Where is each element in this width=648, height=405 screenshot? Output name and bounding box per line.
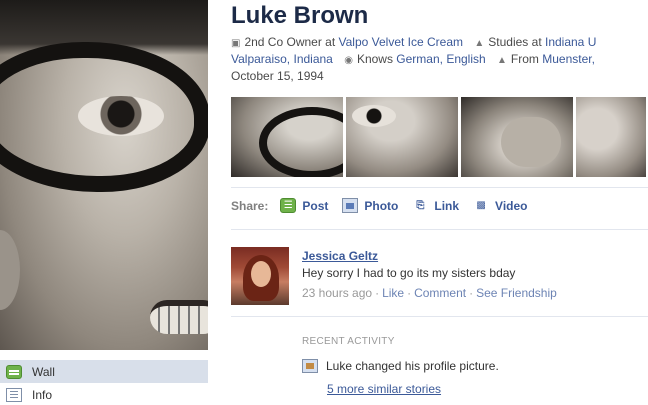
recent-photo[interactable] (231, 97, 343, 177)
sidebar-item-info[interactable]: Info (0, 383, 208, 405)
story-author-link[interactable]: Jessica Geltz (302, 249, 557, 263)
home-icon: ▲ (497, 55, 507, 66)
recent-photo[interactable] (576, 97, 646, 177)
profile-nav: Wall Info (0, 360, 208, 405)
share-video-button[interactable]: ▩ Video (473, 198, 527, 213)
photo-icon (302, 359, 318, 373)
profile-main: Luke Brown ▣ 2nd Co Owner at Valpo Velvet… (231, 0, 648, 405)
story-meta: 23 hours ago · Like · Comment · See Friendship (302, 286, 557, 300)
divider (231, 316, 648, 317)
link-icon: ⎘ (416, 200, 425, 211)
languages-prefix: Knows (356, 52, 397, 66)
graduation-cap-icon: ▲ (474, 38, 485, 49)
share-item-label: Photo (364, 198, 399, 213)
recent-photos-strip (231, 97, 648, 177)
profile-name: Luke Brown (231, 2, 369, 29)
avatar-face (251, 261, 271, 287)
sidebar-item-label: Info (32, 387, 53, 402)
recent-photo[interactable] (346, 97, 458, 177)
info-line-location-languages: Valparaiso, Indiana ◉ Knows German, Engli… (231, 52, 595, 66)
info-line-birthday: October 15, 1994 (231, 69, 324, 83)
hometown-link[interactable]: Muenster, (542, 52, 595, 66)
briefcase-icon: ▣ (231, 38, 241, 49)
recent-activity-header: Recent Activity (302, 336, 395, 347)
photo-eye (78, 96, 164, 136)
divider (231, 229, 648, 230)
city-link[interactable]: Valparaiso, Indiana (231, 52, 333, 66)
wall-story: Jessica Geltz Hey sorry I had to go its … (231, 247, 648, 307)
story-text: Hey sorry I had to go its my sisters bda… (302, 266, 516, 280)
from-prefix: From (510, 52, 543, 66)
story-timestamp[interactable]: 23 hours ago (302, 286, 372, 300)
info-line-work-study: ▣ 2nd Co Owner at Valpo Velvet Ice Cream … (231, 35, 596, 49)
share-label: Share: (231, 198, 269, 213)
share-post-button[interactable]: ☰ Post (280, 198, 328, 213)
share-item-label: Post (302, 198, 329, 213)
recent-activity-item: Luke changed his profile picture. (302, 359, 499, 373)
study-place-link[interactable]: Indiana U (545, 35, 596, 49)
sidebar-item-wall[interactable]: Wall (0, 360, 208, 383)
languages-link[interactable]: German, English (396, 52, 485, 66)
photo-ear (0, 230, 20, 310)
photo-icon (342, 198, 359, 213)
profile-picture[interactable] (0, 0, 208, 350)
photo-teeth (150, 300, 208, 334)
like-link[interactable]: Like (382, 286, 404, 300)
wall-icon (6, 364, 22, 379)
globe-icon: ◉ (344, 55, 353, 66)
video-icon: ▩ (476, 200, 486, 211)
recent-activity-text: Luke changed his profile picture. (326, 359, 499, 373)
profile-sidebar: Wall Info (0, 0, 208, 405)
more-stories-link[interactable]: 5 more similar stories (327, 382, 441, 396)
post-icon: ☰ (280, 198, 297, 213)
story-body: Jessica Geltz Hey sorry I had to go its … (302, 249, 557, 300)
share-link-button[interactable]: ⎘ Link (412, 198, 459, 213)
info-icon (6, 387, 22, 402)
birthday-text: October 15, 1994 (231, 69, 324, 83)
share-item-label: Link (434, 198, 460, 213)
comment-link[interactable]: Comment (414, 286, 466, 300)
share-bar: Share: ☰ Post Photo ⎘ Link ▩ Video (231, 198, 542, 213)
see-friendship-link[interactable]: See Friendship (476, 286, 557, 300)
recent-photo[interactable] (461, 97, 573, 177)
work-place-link[interactable]: Valpo Velvet Ice Cream (339, 35, 464, 49)
work-prefix: 2nd Co Owner at (244, 35, 339, 49)
study-prefix: Studies at (488, 35, 545, 49)
share-item-label: Video (495, 198, 528, 213)
avatar[interactable] (231, 247, 289, 305)
sidebar-item-label: Wall (32, 364, 55, 379)
share-photo-button[interactable]: Photo (342, 198, 398, 213)
divider (231, 187, 648, 188)
